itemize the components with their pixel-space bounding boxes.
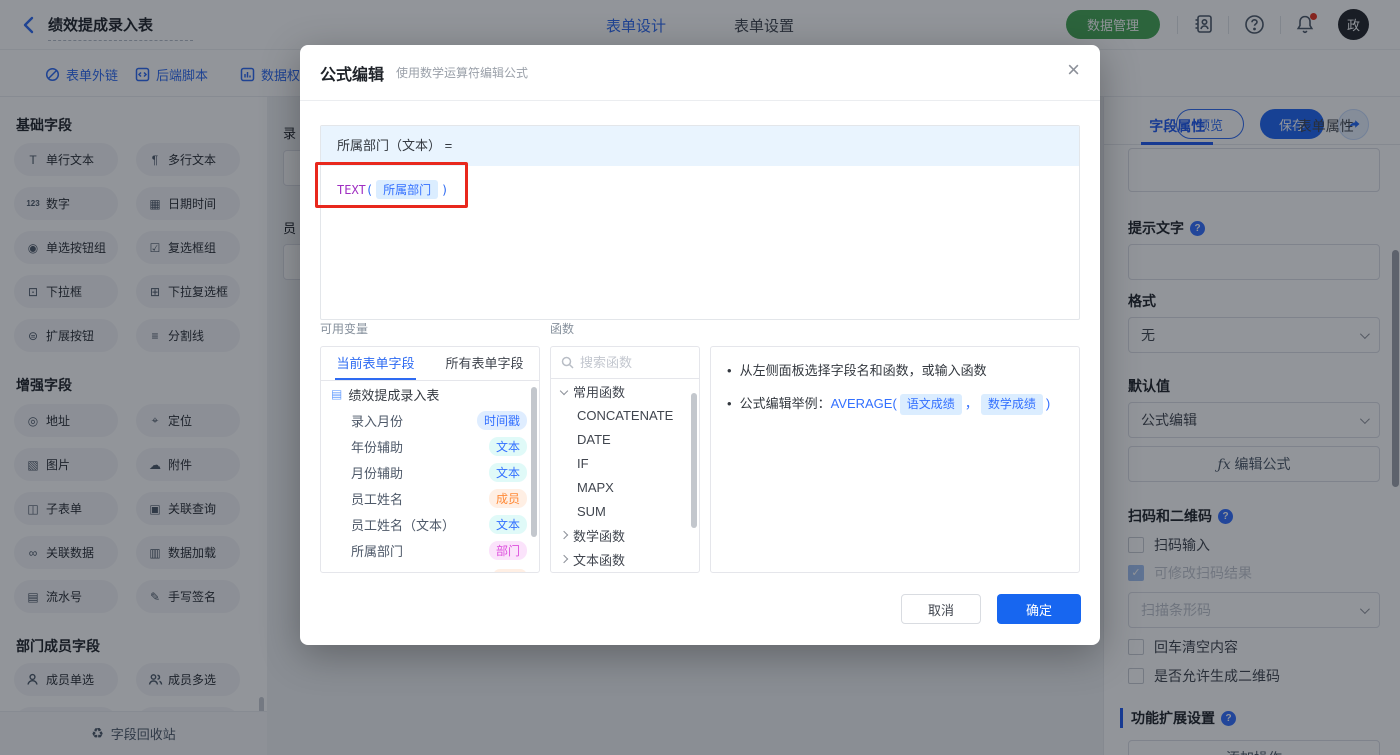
help-panel: • 从左侧面板选择字段名和函数，或输入函数 • 公式编辑举例：AVERAGE(语… [710,346,1080,573]
function-group-math[interactable]: 数学函数 [551,523,699,547]
help-line-2: • 公式编辑举例：AVERAGE(语文成绩，数学成绩) [727,394,1063,415]
type-badge: 文本 [489,515,527,534]
variables-scrollbar[interactable] [531,387,537,537]
type-badge-clipped [493,569,527,573]
example-chip: 数学成绩 [981,394,1043,415]
variable-form-row[interactable]: ▤ 绩效提成录入表 [321,381,539,407]
type-badge: 成员 [489,489,527,508]
formula-target: 所属部门（文本） = [321,126,1079,166]
function-item[interactable]: DATE [551,427,699,451]
tab-current-form-fields[interactable]: 当前表单字段 [321,347,430,380]
function-group-common[interactable]: 常用函数 [551,379,699,403]
functions-scrollbar[interactable] [691,393,697,528]
type-badge: 时间戳 [477,411,527,430]
variable-row-clipped[interactable] [321,563,539,573]
type-badge: 文本 [489,463,527,482]
function-search-input[interactable] [580,355,680,370]
confirm-button[interactable]: 确定 [997,594,1081,624]
modal-title: 公式编辑 [320,61,384,85]
chevron-down-icon [560,387,568,395]
annotation-red-box [315,162,468,208]
formula-editor-modal: 公式编辑 使用数学运算符编辑公式 × 所属部门（文本） = TEXT(所属部门)… [300,45,1100,645]
function-item[interactable]: MAPX [551,475,699,499]
form-doc-icon: ▤ [331,387,342,401]
function-item[interactable]: IF [551,451,699,475]
function-group-text[interactable]: 文本函数 [551,547,699,571]
app-root: 绩效提成录入表 表单设计 表单设置 数据管理 政 表单外链 后端脚本 [0,0,1400,755]
variables-panel: 当前表单字段 所有表单字段 ▤ 绩效提成录入表 录入月份时间戳 年份辅助文本 月… [320,346,540,573]
tab-all-form-fields[interactable]: 所有表单字段 [430,347,539,380]
function-search[interactable] [551,347,699,379]
search-icon [561,356,574,369]
functions-label: 函数 [550,320,574,337]
variable-row[interactable]: 员工姓名成员 [321,485,539,511]
type-badge: 文本 [489,437,527,456]
close-icon[interactable]: × [1067,59,1080,81]
variable-row[interactable]: 月份辅助文本 [321,459,539,485]
chevron-right-icon [560,531,568,539]
function-item[interactable]: SUM [551,499,699,523]
variable-row[interactable]: 年份辅助文本 [321,433,539,459]
variable-row[interactable]: 录入月份时间戳 [321,407,539,433]
modal-header: 公式编辑 使用数学运算符编辑公式 × [300,45,1100,101]
functions-panel: 常用函数 CONCATENATE DATE IF MAPX SUM 数学函数 文… [550,346,700,573]
type-badge: 部门 [489,541,527,560]
variables-label: 可用变量 [320,320,368,337]
variable-row[interactable]: 员工姓名（文本）文本 [321,511,539,537]
example-chip: 语文成绩 [900,394,962,415]
cancel-button[interactable]: 取消 [901,594,981,624]
function-item[interactable]: CONCATENATE [551,403,699,427]
help-line-1: • 从左侧面板选择字段名和函数，或输入函数 [727,361,1063,380]
chevron-right-icon [560,555,568,563]
variables-tabs: 当前表单字段 所有表单字段 [321,347,539,381]
modal-subtitle: 使用数学运算符编辑公式 [396,64,528,81]
variable-row[interactable]: 所属部门部门 [321,537,539,563]
formula-box: 所属部门（文本） = TEXT(所属部门) [320,125,1080,320]
